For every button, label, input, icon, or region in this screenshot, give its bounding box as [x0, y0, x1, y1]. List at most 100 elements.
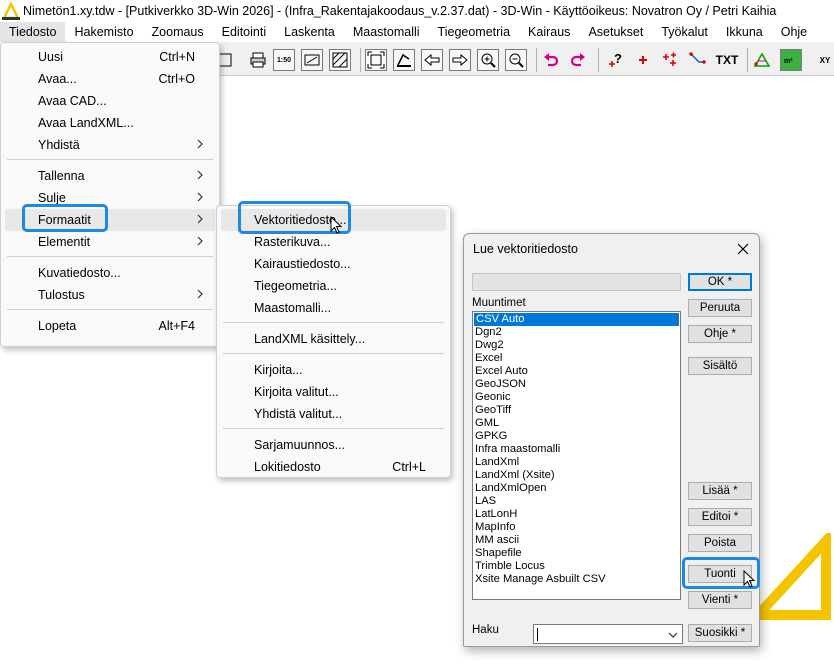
formats-item-road-geometry[interactable]: Tiegeometria... [221, 275, 446, 297]
point-query-icon[interactable]: ? [605, 49, 627, 71]
file-menu-item-elements[interactable]: Elementit [5, 231, 215, 253]
add-button[interactable]: Lisää * [688, 482, 752, 500]
mouse-cursor-icon [330, 216, 343, 234]
formats-item-write[interactable]: Kirjoita... [221, 359, 446, 381]
list-item[interactable]: Excel Auto [473, 365, 680, 378]
help-button[interactable]: Ohje * [688, 325, 752, 343]
multi-point-icon[interactable] [659, 49, 681, 71]
formats-item-terrain-model[interactable]: Maastomalli... [221, 297, 446, 319]
list-item[interactable]: Xsite Manage Asbuilt CSV [473, 573, 680, 586]
list-item[interactable]: Trimble Locus [473, 560, 680, 573]
file-menu-item-image-file[interactable]: Kuvatiedosto... [5, 262, 215, 284]
chevron-down-icon[interactable] [667, 629, 679, 641]
chevron-right-icon [197, 139, 203, 149]
zoom-out-icon[interactable] [505, 49, 527, 71]
list-item[interactable]: LandXml (Xsite) [473, 469, 680, 482]
file-menu-item-merge[interactable]: Yhdistä [5, 134, 215, 156]
menu-editointi[interactable]: Editointi [213, 22, 275, 42]
search-combobox[interactable] [533, 624, 683, 644]
file-menu-item-open[interactable]: Avaa... Ctrl+O [5, 68, 215, 90]
menu-tyokalut[interactable]: Työkalut [652, 22, 717, 42]
text-tool-icon[interactable]: TXT [714, 49, 740, 71]
file-menu-item-open-cad[interactable]: Avaa CAD... [5, 90, 215, 112]
formats-item-merge-selected[interactable]: Yhdistä valitut... [221, 403, 446, 425]
area-icon[interactable]: m² [780, 49, 802, 71]
menu-laskenta[interactable]: Laskenta [275, 22, 344, 42]
line-tool-icon[interactable] [686, 49, 708, 71]
export-button[interactable]: Vienti * [688, 591, 752, 609]
file-menu-item-exit[interactable]: Lopeta Alt+F4 [5, 315, 215, 337]
list-item[interactable]: LandXmlOpen [473, 482, 680, 495]
close-icon[interactable] [733, 240, 753, 258]
scale-icon[interactable]: 1:50 [273, 49, 295, 71]
list-item[interactable]: LatLonH [473, 508, 680, 521]
terrain-model-icon[interactable] [751, 49, 773, 71]
list-item[interactable]: GML [473, 417, 680, 430]
hatch-icon[interactable] [329, 49, 351, 71]
zoom-previous-icon[interactable] [393, 49, 415, 71]
menu-zoomaus[interactable]: Zoomaus [143, 22, 213, 42]
file-menu-item-open-landxml[interactable]: Avaa LandXML... [5, 112, 215, 134]
converters-list[interactable]: CSV Auto Dgn2 Dwg2 Excel Excel Auto GeoJ… [472, 311, 681, 600]
file-menu-item-save[interactable]: Tallenna [5, 165, 215, 187]
formats-item-drilling-file[interactable]: Kairaustiedosto... [221, 253, 446, 275]
edit-button[interactable]: Editoi * [688, 508, 752, 526]
xy-icon[interactable]: XY [814, 49, 834, 71]
pan-left-icon[interactable] [421, 49, 443, 71]
title-bar: Nimetön1.xy.tdw - [Putkiverkko 3D-Win 20… [0, 0, 834, 22]
list-item[interactable]: CSV Auto [474, 313, 679, 326]
list-item[interactable]: LAS [473, 495, 680, 508]
menu-maastomalli[interactable]: Maastomalli [344, 22, 429, 42]
menu-hakemisto[interactable]: Hakemisto [65, 22, 142, 42]
file-path-field[interactable] [472, 273, 681, 291]
app-logo-icon [2, 2, 20, 20]
file-menu-item-formats[interactable]: Formaatit [5, 209, 215, 231]
formats-item-batch-conversion[interactable]: Sarjamuunnos... [221, 434, 446, 456]
list-item[interactable]: Geonic [473, 391, 680, 404]
zoom-in-icon[interactable] [477, 49, 499, 71]
formats-item-log-file[interactable]: Lokitiedosto Ctrl+L [221, 456, 446, 478]
file-menu-item-close[interactable]: Sulje [5, 187, 215, 209]
formats-submenu: Vektoritiedosto... Rasterikuva... Kairau… [216, 205, 451, 478]
list-item[interactable]: MapInfo [473, 521, 680, 534]
favorites-button[interactable]: Suosikki * [688, 624, 752, 642]
formats-item-write-selected[interactable]: Kirjoita valitut... [221, 381, 446, 403]
file-menu-item-print[interactable]: Tulostus [5, 284, 215, 306]
list-item[interactable]: GPKG [473, 430, 680, 443]
chevron-right-icon [197, 289, 203, 299]
redo-icon[interactable] [567, 49, 589, 71]
pan-right-icon[interactable] [449, 49, 471, 71]
list-item[interactable]: Shapefile [473, 547, 680, 560]
print-icon[interactable] [247, 49, 269, 71]
chevron-right-icon [197, 192, 203, 202]
menu-ohje[interactable]: Ohje [772, 22, 816, 42]
undo-icon[interactable] [540, 49, 562, 71]
list-item[interactable]: Dgn2 [473, 326, 680, 339]
cancel-button[interactable]: Peruuta [688, 299, 752, 317]
menu-tiegeometria[interactable]: Tiegeometria [429, 22, 520, 42]
toolbar-separator [747, 48, 748, 72]
contents-button[interactable]: Sisältö [688, 357, 752, 375]
ok-button[interactable]: OK * [688, 273, 752, 291]
list-item[interactable]: LandXml [473, 456, 680, 469]
zoom-extents-icon[interactable] [365, 49, 387, 71]
list-item[interactable]: Excel [473, 352, 680, 365]
list-item[interactable]: Dwg2 [473, 339, 680, 352]
delete-button[interactable]: Poista [688, 534, 752, 552]
list-item[interactable]: Infra maastomalli [473, 443, 680, 456]
menu-ikkuna[interactable]: Ikkuna [717, 22, 772, 42]
zoom-window-icon[interactable] [301, 49, 323, 71]
menu-tiedosto[interactable]: Tiedosto [0, 22, 66, 42]
dialog-title: Lue vektoritiedosto [473, 242, 578, 256]
menu-asetukset[interactable]: Asetukset [579, 22, 652, 42]
add-point-icon[interactable] [632, 49, 654, 71]
formats-item-landxml-processing[interactable]: LandXML käsittely... [221, 328, 446, 350]
menu-kairaus[interactable]: Kairaus [519, 22, 579, 42]
list-item[interactable]: GeoJSON [473, 378, 680, 391]
list-item[interactable]: MM ascii [473, 534, 680, 547]
list-item[interactable]: GeoTiff [473, 404, 680, 417]
toolbar-separator [536, 48, 537, 72]
file-menu-item-new[interactable]: Uusi Ctrl+N [5, 46, 215, 68]
chevron-right-icon [197, 236, 203, 246]
window-title: Nimetön1.xy.tdw - [Putkiverkko 3D-Win 20… [23, 4, 777, 18]
